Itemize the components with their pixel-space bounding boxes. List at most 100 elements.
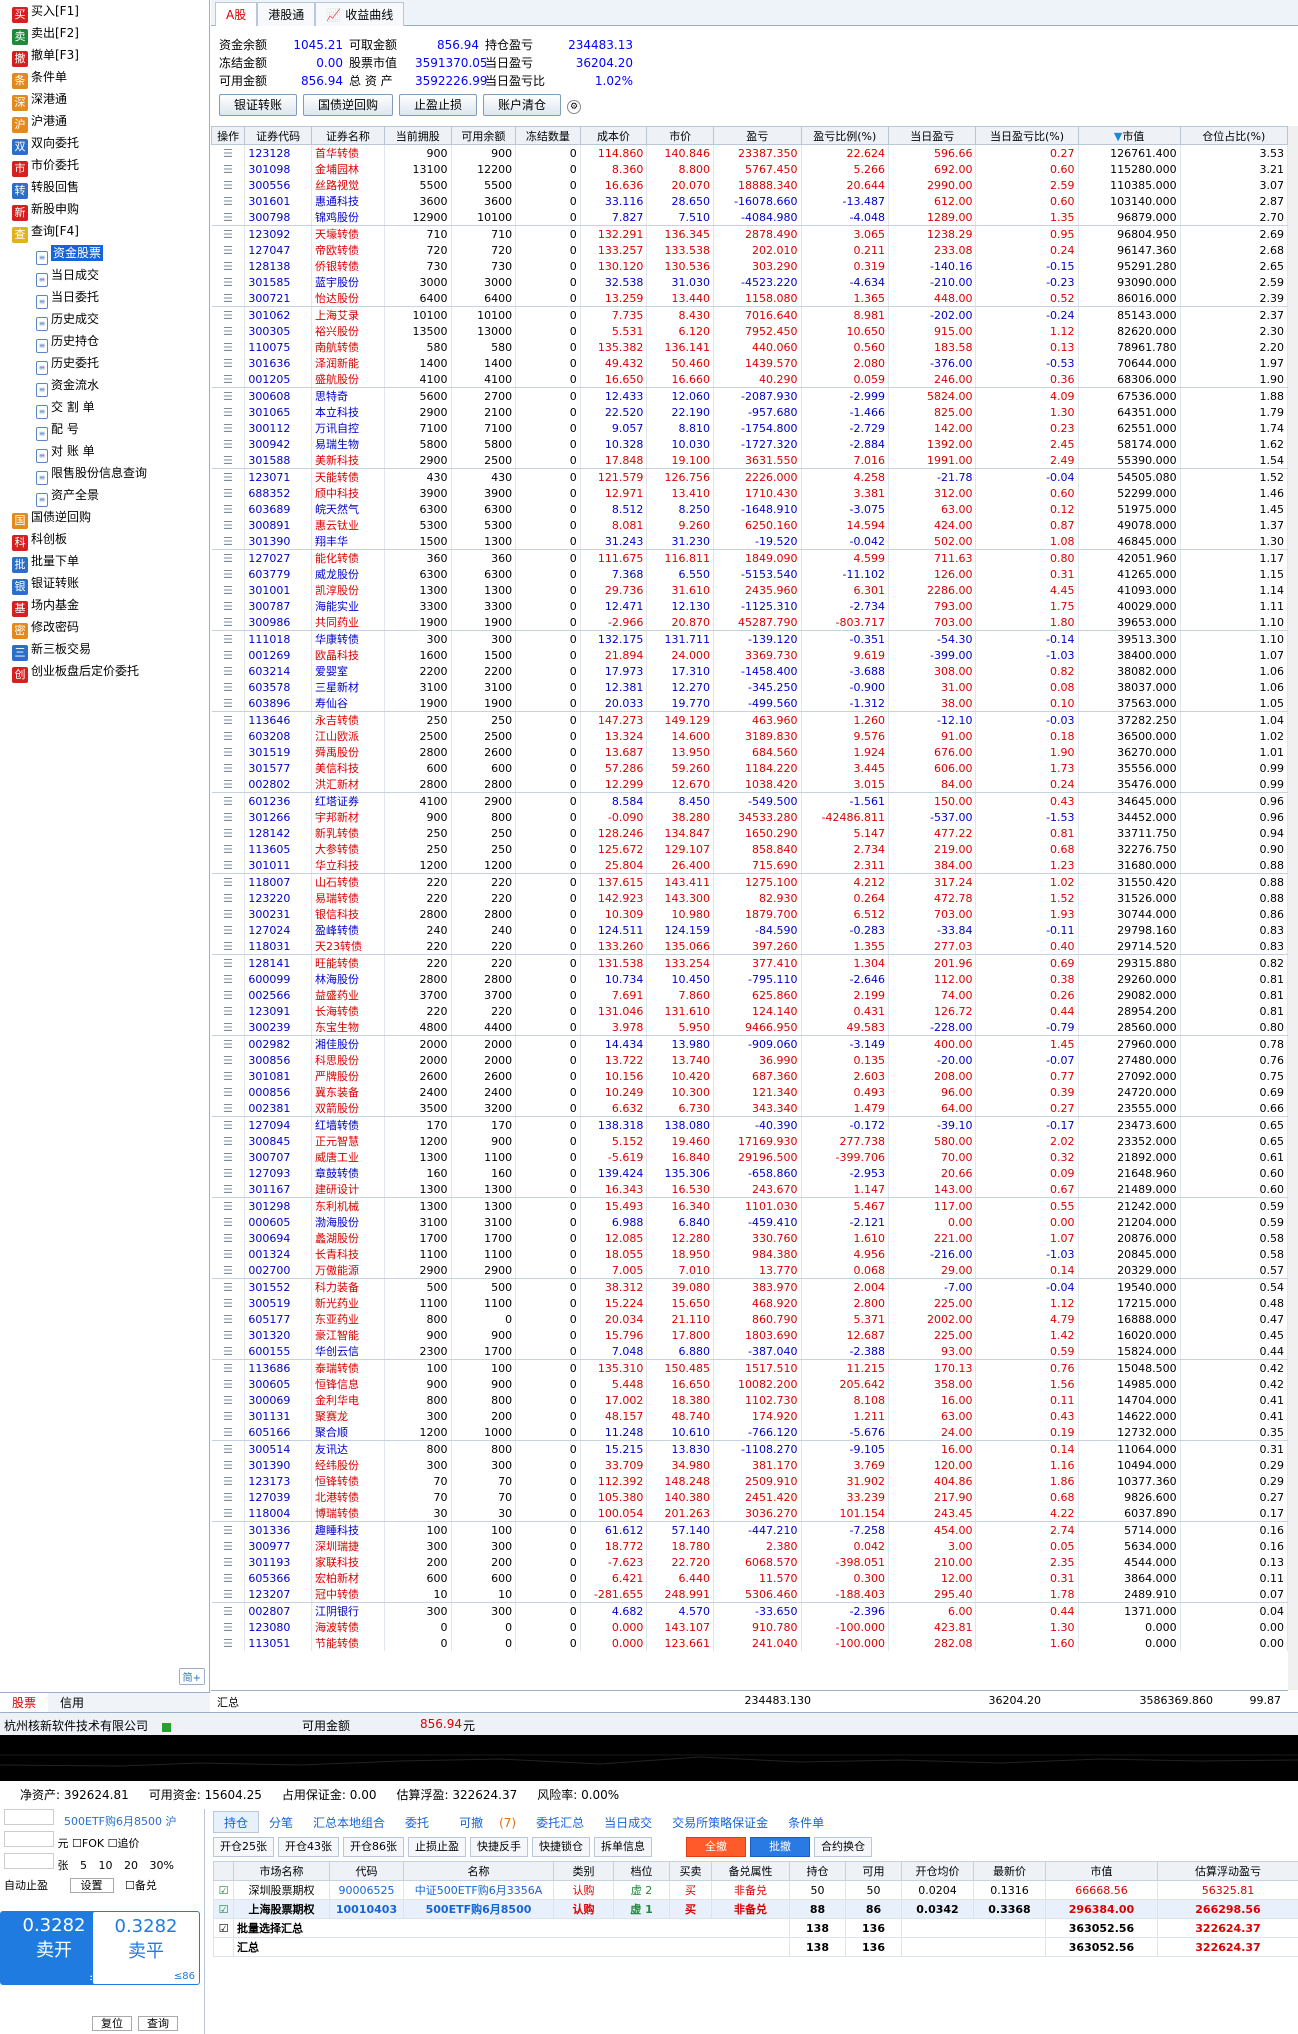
sidebar-item-cancel[interactable]: 撤撤单[F3] xyxy=(0,44,209,67)
column-header[interactable]: 证券代码 xyxy=(244,126,312,145)
row-checkbox[interactable] xyxy=(213,1937,234,1957)
tab-credit[interactable]: 信用 xyxy=(48,1693,96,1713)
settings-icon[interactable]: ⚙ xyxy=(567,100,582,114)
tab-positions[interactable]: 持仓 xyxy=(213,1811,260,1833)
sidebar-item-fund[interactable]: 基场内基金 xyxy=(0,594,209,617)
qty-30pct[interactable]: 30% xyxy=(150,1859,174,1872)
sidebar-item-market-order[interactable]: 市市价委托 xyxy=(0,154,209,177)
table-row[interactable]: ☰ 300856 科思股份 2000 2000 0 13.722 13.740 36.990 0.… xyxy=(211,1052,1289,1068)
tab-conditional[interactable]: 条件单 xyxy=(778,1812,834,1834)
row-menu-icon[interactable]: ☰ xyxy=(211,1489,246,1505)
row-menu-icon[interactable]: ☰ xyxy=(211,533,246,550)
row-menu-icon[interactable]: ☰ xyxy=(211,1181,246,1198)
table-row[interactable]: ☰ 300239 东宝生物 4800 4400 0 3.978 5.950 9466.950 49… xyxy=(211,1019,1289,1036)
sidebar-subitem[interactable]: ≡ 资金流水 xyxy=(0,374,209,397)
table-row[interactable]: ☰ 118007 山石转债 220 220 0 137.615 143.411 1275.100… xyxy=(211,873,1289,890)
row-menu-icon[interactable]: ☰ xyxy=(211,485,246,501)
row-menu-icon[interactable]: ☰ xyxy=(211,436,246,452)
row-menu-icon[interactable]: ☰ xyxy=(211,987,246,1003)
row-menu-icon[interactable]: ☰ xyxy=(211,274,246,290)
column-header[interactable]: 代码 xyxy=(329,1861,404,1881)
row-menu-icon[interactable]: ☰ xyxy=(211,1197,246,1214)
row-menu-icon[interactable]: ☰ xyxy=(211,1262,246,1279)
row-menu-icon[interactable]: ☰ xyxy=(211,1165,246,1181)
table-row[interactable]: ☰ 002381 双箭股份 3500 3200 0 6.632 6.730 343.340 1.4… xyxy=(211,1100,1289,1117)
row-menu-icon[interactable]: ☰ xyxy=(211,1019,246,1036)
row-menu-icon[interactable]: ☰ xyxy=(211,177,246,193)
table-row[interactable]: ☰ 127094 红墙转债 170 170 0 138.318 138.080 -40.390-… xyxy=(211,1116,1289,1133)
row-menu-icon[interactable]: ☰ xyxy=(211,1133,246,1149)
sidebar-subitem[interactable]: ≡ 配 号 xyxy=(0,418,209,441)
row-menu-icon[interactable]: ☰ xyxy=(211,695,246,712)
table-row[interactable]: ☰ 002807 江阴银行 300 300 0 4.682 4.570 -33.650 -2.39… xyxy=(211,1602,1289,1619)
table-row[interactable]: ☰ 118004 博瑞转债 30 30 0 100.054 201.263 3036.270 10… xyxy=(211,1505,1289,1522)
row-menu-icon[interactable]: ☰ xyxy=(211,209,246,226)
sell-close-button[interactable]: 0.3282 卖平 ≤86 xyxy=(92,1911,200,1985)
table-row[interactable]: ☰ 300787 海能实业 3300 3300 0 12.471 12.130 -1125.31… xyxy=(211,598,1289,614)
reverse-repo-button[interactable]: 国债逆回购 xyxy=(303,94,394,116)
sidebar-subitem[interactable]: ≡ 对 账 单 xyxy=(0,440,209,463)
sidebar-item-star-market[interactable]: 科科创板 xyxy=(0,528,209,551)
row-menu-icon[interactable]: ☰ xyxy=(211,582,246,598)
table-row[interactable]: ☰ 301601 惠通科技 3600 3600 0 33.116 28.650 -16078.6… xyxy=(211,193,1289,209)
row-menu-icon[interactable]: ☰ xyxy=(211,371,246,388)
row-menu-icon[interactable]: ☰ xyxy=(211,873,246,890)
column-header[interactable]: ▼市值 xyxy=(1077,126,1181,145)
reset-button[interactable]: 复位 xyxy=(92,2016,132,2031)
open-86-button[interactable]: 开仓86张 xyxy=(343,1837,404,1857)
contract-name[interactable]: 500ETF购6月8500 沪 xyxy=(64,1815,176,1828)
table-row[interactable]: ☰ 300694 蠡湖股份 1700 1700 0 12.085 12.280 330.760 1… xyxy=(211,1230,1289,1246)
tab-profit-curve[interactable]: 📈 收益曲线 xyxy=(315,2,405,26)
column-header[interactable]: 操作 xyxy=(210,126,246,145)
row-menu-icon[interactable]: ☰ xyxy=(211,1295,246,1311)
table-row[interactable]: ☰ 300519 新光药业 1100 1100 0 15.224 15.650 468.920 2… xyxy=(211,1295,1289,1311)
market-select[interactable] xyxy=(4,1809,54,1825)
table-row[interactable]: ☰ 113605 大参转债 250 250 0 125.672 129.107 858.840 2… xyxy=(211,841,1289,857)
table-row[interactable]: ☰ 001269 欧晶科技 1600 1500 0 21.894 24.000 3369.730… xyxy=(211,647,1289,663)
qty-5[interactable]: 5 xyxy=(80,1859,87,1872)
row-menu-icon[interactable]: ☰ xyxy=(211,857,246,874)
row-menu-icon[interactable]: ☰ xyxy=(211,598,246,614)
tab-a-share[interactable]: A股 xyxy=(215,2,258,26)
table-row[interactable]: ☰ 301001 凯淳股份 1300 1300 0 29.736 31.610 2435.960… xyxy=(211,582,1289,598)
table-row[interactable]: ☰ 601236 红塔证券 4100 2900 0 8.584 8.450 -549.500 -1… xyxy=(211,792,1289,809)
row-menu-icon[interactable]: ☰ xyxy=(211,728,246,744)
table-row[interactable]: ☰ 301011 华立科技 1200 1200 0 25.804 26.400 715.690 2… xyxy=(211,857,1289,874)
column-header[interactable]: 证券名称 xyxy=(310,126,385,145)
table-row[interactable]: ☰ 127027 能化转债 360 360 0 111.675 116.811 1849.090… xyxy=(211,549,1289,566)
table-row[interactable]: ☰ 603578 三星新材 3100 3100 0 12.381 12.270 -345.250… xyxy=(211,679,1289,695)
sidebar-item-bank-transfer[interactable]: 银银证转账 xyxy=(0,572,209,595)
row-menu-icon[interactable]: ☰ xyxy=(211,922,246,938)
tab-ticks[interactable]: 分笔 xyxy=(259,1812,303,1834)
row-menu-icon[interactable]: ☰ xyxy=(211,1505,246,1522)
sidebar-subitem[interactable]: ≡ 资产全景 xyxy=(0,484,209,507)
split-info-button[interactable]: 拆单信息 xyxy=(594,1837,652,1857)
table-row[interactable]: ☰ 123091 长海转债 220 220 0 131.046 131.610 124.140 0… xyxy=(211,1003,1289,1019)
cancel-all-button[interactable]: 全撤 xyxy=(686,1837,746,1857)
table-row[interactable]: ☰ 127093 章鼓转债 160 160 0 139.424 135.306 -658.860… xyxy=(211,1165,1289,1181)
row-menu-icon[interactable]: ☰ xyxy=(211,1068,246,1084)
sidebar-item-sell[interactable]: 卖卖出[F2] xyxy=(0,22,209,45)
column-header[interactable]: 持仓 xyxy=(789,1861,846,1881)
tab-order-summary[interactable]: 委托汇总 xyxy=(526,1812,594,1834)
tab-hk-connect[interactable]: 港股通 xyxy=(257,2,316,26)
row-menu-icon[interactable]: ☰ xyxy=(211,1440,246,1457)
sidebar-subitem[interactable]: ≡ 当日委托 xyxy=(0,286,209,309)
fok-checkbox[interactable]: ☐FOK xyxy=(72,1837,104,1850)
row-menu-icon[interactable]: ☰ xyxy=(211,1457,246,1473)
table-row[interactable]: ☰ 301062 上海艾录 10100 10100 0 7.735 8.430 7016.640… xyxy=(211,306,1289,323)
row-menu-icon[interactable]: ☰ xyxy=(211,1602,246,1619)
table-row[interactable]: ☰ 600155 华创云信 2300 1700 0 7.048 6.880 -387.040 -2… xyxy=(211,1343,1289,1360)
tab-stock[interactable]: 股票 xyxy=(0,1693,49,1713)
scrollbar[interactable] xyxy=(1288,126,1298,1690)
row-menu-icon[interactable]: ☰ xyxy=(211,1554,246,1570)
table-row[interactable]: ☰ 603779 威龙股份 6300 6300 0 7.368 6.550 -5153.540-… xyxy=(211,566,1289,582)
column-header[interactable]: 成本价 xyxy=(579,126,648,145)
stop-profit-loss-button[interactable]: 止盈止损 xyxy=(399,94,478,116)
table-row[interactable]: ☰ 301320 豪江智能 900 900 0 15.796 17.800 1803.690 12… xyxy=(211,1327,1289,1343)
row-menu-icon[interactable]: ☰ xyxy=(211,258,246,274)
column-header[interactable]: 市值 xyxy=(1045,1861,1158,1881)
row-menu-icon[interactable]: ☰ xyxy=(211,760,246,776)
open-43-button[interactable]: 开仓43张 xyxy=(278,1837,339,1857)
tab-today-trades[interactable]: 当日成交 xyxy=(594,1812,662,1834)
